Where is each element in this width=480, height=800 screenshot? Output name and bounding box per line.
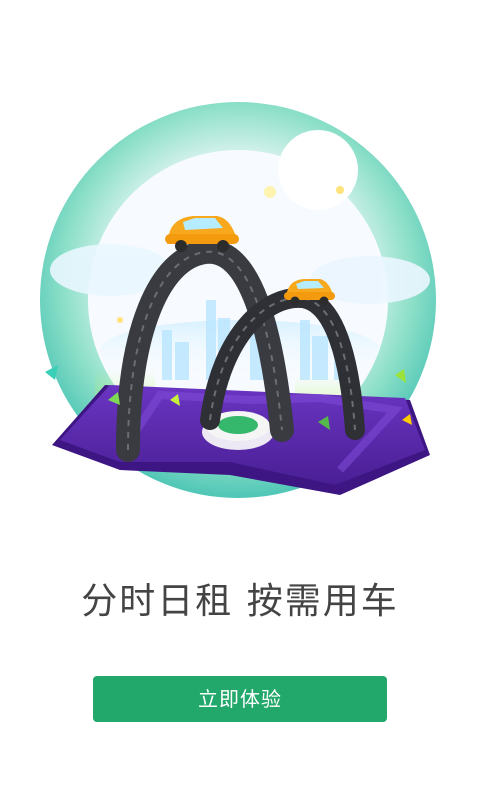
hero-illustration <box>40 102 436 498</box>
tagline: 分时日租 按需用车 <box>81 581 399 622</box>
splash-screen: 分时日租 按需用车 立即体验 <box>0 0 480 800</box>
try-now-button[interactable]: 立即体验 <box>93 676 387 722</box>
